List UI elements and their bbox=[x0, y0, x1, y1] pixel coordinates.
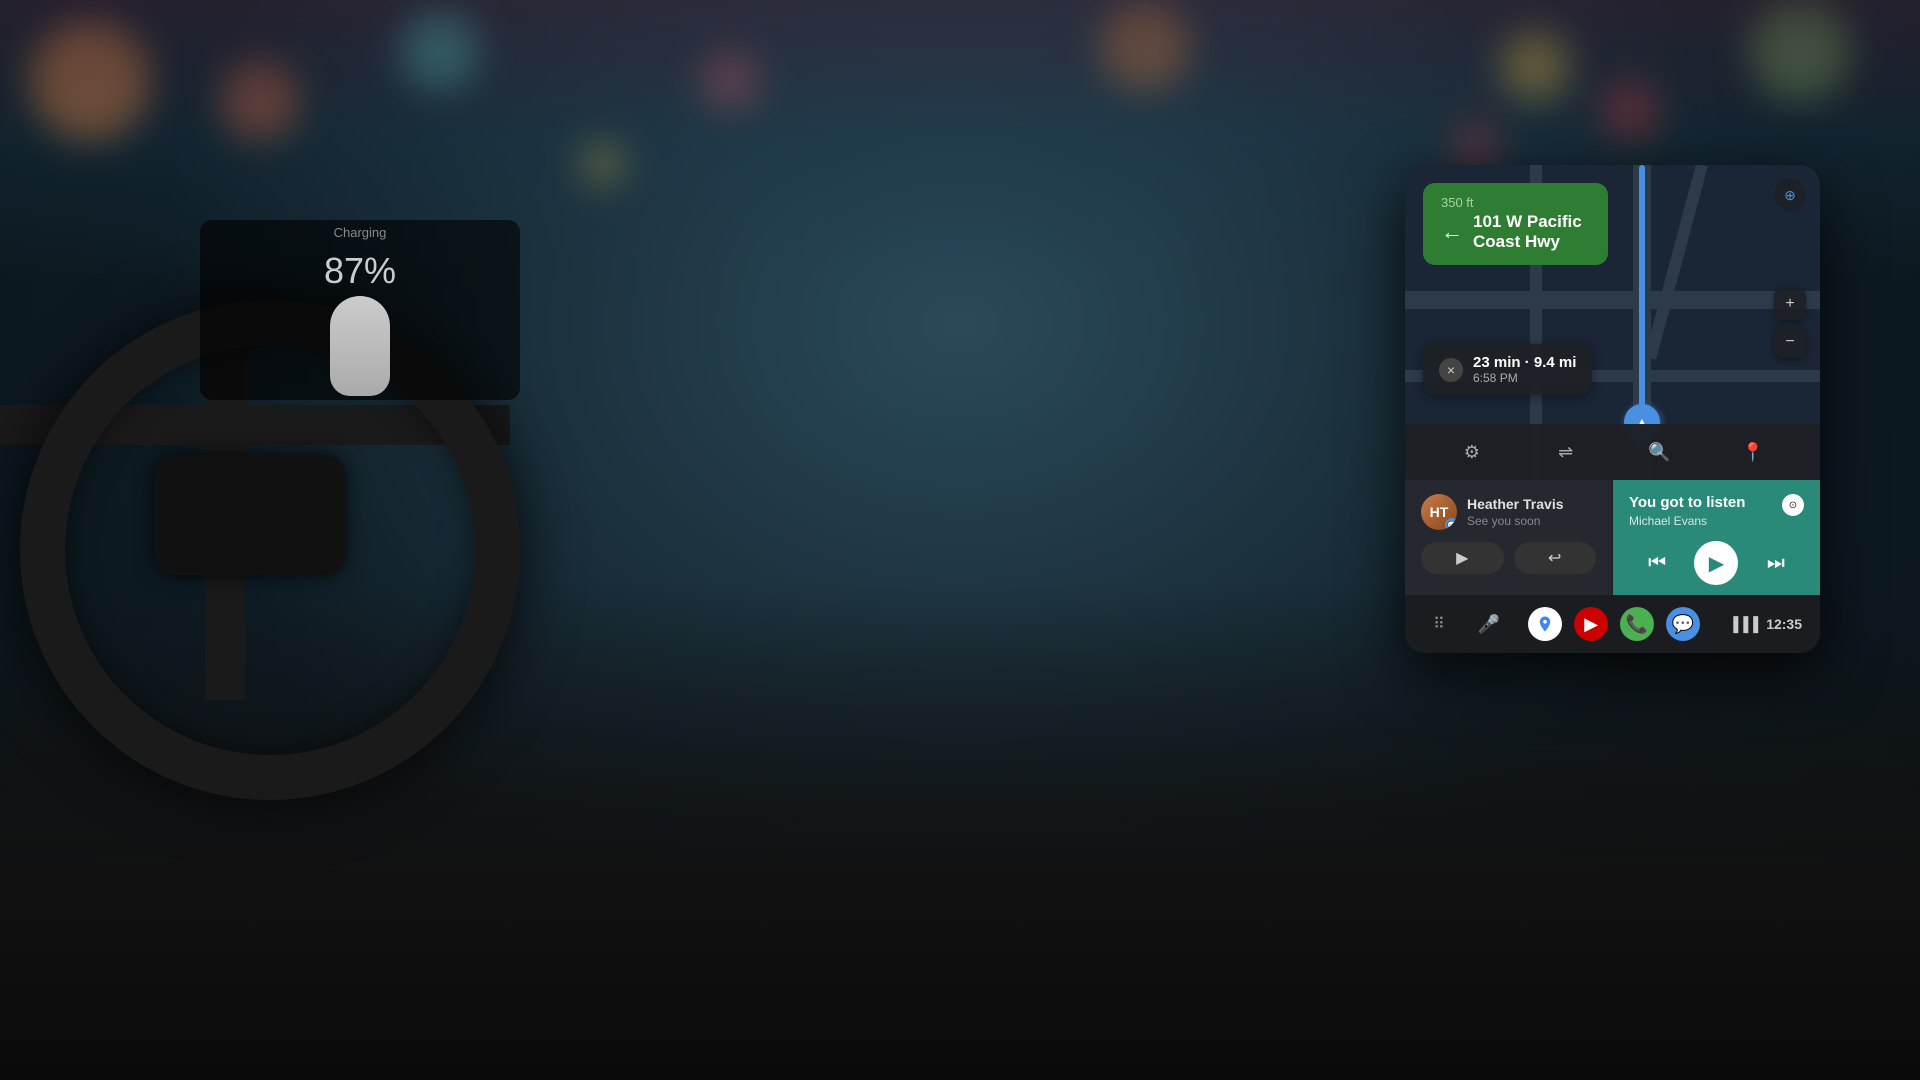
music-card: You got to listen Michael Evans ⊙ ⏮ ▶ ⏭ bbox=[1613, 480, 1820, 595]
eta-duration: 23 min · 9.4 mi bbox=[1473, 354, 1576, 371]
message-header: HT 💬 Heather Travis See you soon bbox=[1421, 494, 1596, 530]
nav-instruction-card: 350 ft ← 101 W Pacific Coast Hwy bbox=[1423, 183, 1608, 265]
nav-youtube-icon[interactable]: ▶ bbox=[1574, 607, 1608, 641]
music-service-icon: ⊙ bbox=[1782, 494, 1804, 516]
nav-street-line2: Coast Hwy bbox=[1473, 232, 1560, 251]
music-artist-name: Michael Evans bbox=[1629, 514, 1745, 528]
current-time: 12:35 bbox=[1766, 616, 1802, 632]
map-settings-button[interactable]: ⚙ bbox=[1454, 434, 1490, 470]
message-preview: See you soon bbox=[1467, 514, 1596, 528]
avatar: HT 💬 bbox=[1421, 494, 1457, 530]
microphone-button[interactable]: 🎤 bbox=[1473, 608, 1505, 640]
nav-street-line1: 101 W Pacific bbox=[1473, 212, 1582, 231]
apps-grid-button[interactable]: ⠿ bbox=[1423, 608, 1455, 640]
map-area[interactable]: 350 ft ← 101 W Pacific Coast Hwy × 23 mi… bbox=[1405, 165, 1820, 480]
avatar-initials: HT bbox=[1430, 504, 1449, 520]
map-pin-button[interactable]: 📍 bbox=[1735, 434, 1771, 470]
eta-info: 23 min · 9.4 mi 6:58 PM bbox=[1473, 354, 1576, 385]
message-text-area: Heather Travis See you soon bbox=[1467, 496, 1596, 528]
music-play-button[interactable]: ▶ bbox=[1694, 541, 1738, 585]
map-zoom-in-button[interactable]: + bbox=[1774, 288, 1806, 320]
message-type-icon: 💬 bbox=[1445, 518, 1457, 530]
message-sender-name: Heather Travis bbox=[1467, 496, 1596, 512]
charge-percent: 87% bbox=[324, 250, 396, 292]
message-card: HT 💬 Heather Travis See you soon ▶ ↩ bbox=[1405, 480, 1613, 595]
steering-wheel-center bbox=[155, 455, 345, 575]
map-road-diagonal bbox=[1644, 165, 1707, 360]
message-reply-button[interactable]: ↩ bbox=[1514, 542, 1597, 574]
car-top-view-icon bbox=[330, 296, 390, 396]
eta-arrival-time: 6:58 PM bbox=[1473, 371, 1576, 385]
message-actions: ▶ ↩ bbox=[1421, 542, 1596, 574]
music-prev-button[interactable]: ⏮ bbox=[1638, 544, 1676, 582]
map-location-button[interactable]: ⊕ bbox=[1774, 179, 1806, 211]
music-controls: ⏮ ▶ ⏭ bbox=[1629, 541, 1804, 585]
android-auto-panel: 350 ft ← 101 W Pacific Coast Hwy × 23 mi… bbox=[1405, 165, 1820, 653]
music-next-button[interactable]: ⏭ bbox=[1757, 544, 1795, 582]
nav-app-icons: ▶ 📞 💬 bbox=[1528, 607, 1700, 641]
music-title-area: You got to listen Michael Evans bbox=[1629, 494, 1745, 528]
eta-close-button[interactable]: × bbox=[1439, 358, 1463, 382]
nav-street: 101 W Pacific Coast Hwy bbox=[1473, 212, 1582, 253]
map-action-bar: ⚙ ⇌ 🔍 📍 bbox=[1405, 424, 1820, 480]
map-routes-button[interactable]: ⇌ bbox=[1548, 434, 1584, 470]
signal-strength-icon: ▐▐▐ bbox=[1728, 616, 1758, 632]
map-road-horizontal bbox=[1405, 291, 1820, 309]
map-zoom-out-button[interactable]: − bbox=[1774, 326, 1806, 358]
charge-label: Charging bbox=[334, 225, 387, 240]
map-search-button[interactable]: 🔍 bbox=[1641, 434, 1677, 470]
nav-maps-icon[interactable] bbox=[1528, 607, 1562, 641]
music-header: You got to listen Michael Evans ⊙ bbox=[1629, 494, 1804, 528]
instrument-cluster: Charging 87% bbox=[200, 220, 520, 400]
nav-turn-icon: ← bbox=[1441, 219, 1463, 245]
nav-phone-icon[interactable]: 📞 bbox=[1620, 607, 1654, 641]
music-track-title: You got to listen bbox=[1629, 494, 1745, 512]
eta-card: × 23 min · 9.4 mi 6:58 PM bbox=[1423, 344, 1592, 395]
nav-status-area: ▐▐▐ 12:35 bbox=[1728, 616, 1802, 632]
map-zoom-controls: + − bbox=[1774, 288, 1806, 358]
nav-messages-icon[interactable]: 💬 bbox=[1666, 607, 1700, 641]
bottom-cards-row: HT 💬 Heather Travis See you soon ▶ ↩ You… bbox=[1405, 480, 1820, 595]
message-play-button[interactable]: ▶ bbox=[1421, 542, 1504, 574]
nav-distance: 350 ft bbox=[1441, 195, 1590, 210]
bottom-nav-bar: ⠿ 🎤 ▶ 📞 💬 ▐▐▐ 12:35 bbox=[1405, 595, 1820, 653]
